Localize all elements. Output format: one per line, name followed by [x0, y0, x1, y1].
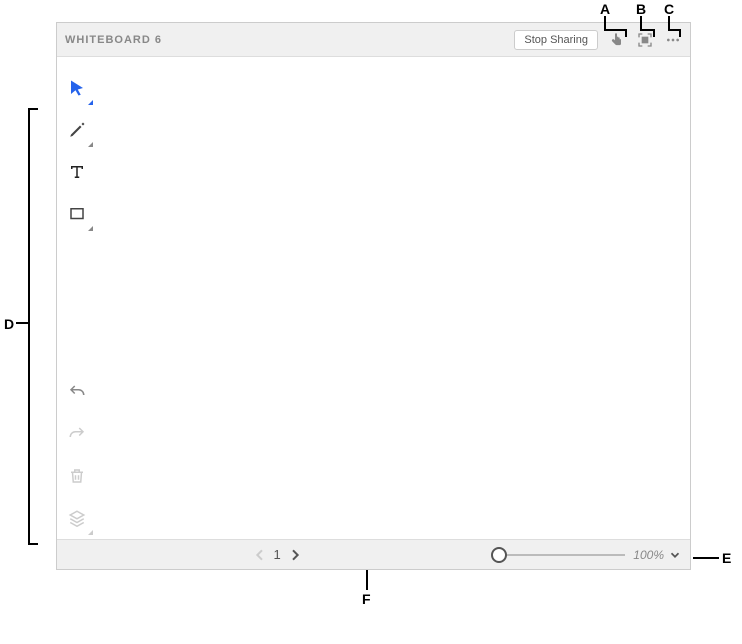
callout-connector: [28, 108, 38, 110]
undo-button[interactable]: [57, 371, 97, 413]
callout-connector: [28, 543, 38, 545]
layers-button[interactable]: [57, 497, 97, 539]
expand-indicator-icon: [88, 226, 93, 231]
header-actions: Stop Sharing: [514, 30, 682, 50]
zoom-percentage: 100%: [633, 548, 664, 562]
zoom-slider[interactable]: [495, 554, 625, 556]
delete-button[interactable]: [57, 455, 97, 497]
window-title: WHITEBOARD 6: [65, 34, 514, 46]
callout-connector: [640, 29, 654, 31]
callout-label-f: F: [362, 591, 371, 607]
callout-label-b: B: [636, 1, 646, 17]
text-tool[interactable]: [57, 151, 97, 193]
pen-tool[interactable]: [57, 109, 97, 151]
select-tool[interactable]: [57, 67, 97, 109]
zoom-controls: 100%: [495, 548, 682, 562]
prev-page-button[interactable]: [252, 547, 268, 563]
callout-connector: [693, 557, 719, 559]
callout-connector: [653, 29, 655, 37]
pointer-hand-icon[interactable]: [608, 31, 626, 49]
fullscreen-icon[interactable]: [636, 31, 654, 49]
page-number: 1: [274, 547, 281, 562]
whiteboard-window: WHITEBOARD 6 Stop Sharing: [56, 22, 691, 570]
expand-indicator-icon: [88, 142, 93, 147]
callout-connector: [668, 16, 670, 29]
callout-connector: [640, 16, 642, 29]
footer-bar: 1 100%: [57, 539, 690, 569]
whiteboard-canvas[interactable]: [97, 57, 690, 539]
callout-label-d: D: [4, 316, 14, 332]
callout-connector: [28, 108, 30, 544]
zoom-slider-thumb[interactable]: [491, 547, 507, 563]
tool-sidebar: [57, 57, 97, 539]
redo-button[interactable]: [57, 413, 97, 455]
expand-indicator-icon: [88, 100, 93, 105]
page-navigation: 1: [252, 547, 303, 563]
next-page-button[interactable]: [287, 547, 303, 563]
callout-connector: [679, 29, 681, 37]
callout-connector: [604, 16, 606, 29]
callout-label-a: A: [600, 1, 610, 17]
callout-connector: [604, 29, 626, 31]
shape-tool[interactable]: [57, 193, 97, 235]
callout-connector: [16, 322, 28, 324]
body-area: [57, 57, 690, 539]
callout-label-e: E: [722, 550, 731, 566]
zoom-dropdown-icon[interactable]: [668, 548, 682, 562]
callout-connector: [625, 29, 627, 37]
expand-indicator-icon: [88, 530, 93, 535]
callout-label-c: C: [664, 1, 674, 17]
stop-sharing-button[interactable]: Stop Sharing: [514, 30, 598, 50]
callout-connector: [366, 570, 368, 590]
header-bar: WHITEBOARD 6 Stop Sharing: [57, 23, 690, 57]
